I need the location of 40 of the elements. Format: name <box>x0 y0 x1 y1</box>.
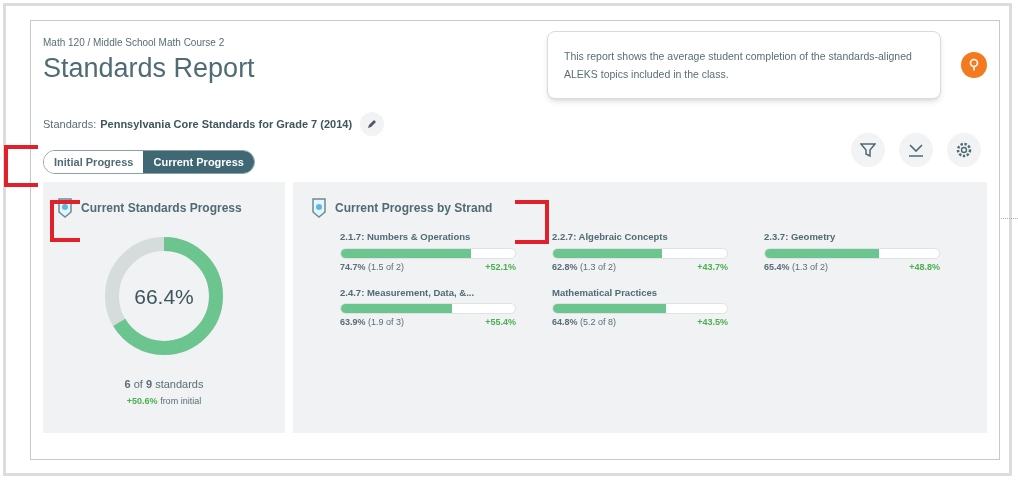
info-tooltip: This report shows the average student completion of the standards-aligned ALEKS topics included in the class. <box>547 31 941 99</box>
strand-change: +52.1% <box>485 260 516 274</box>
strand-name: 2.1.7: Numbers & Operations <box>340 230 472 245</box>
strand-name: 2.3.7: Geometry <box>764 230 837 245</box>
strand-name: Mathematical Practices <box>552 286 659 300</box>
filter-button[interactable] <box>851 133 885 167</box>
strand-name: 2.2.7: Algebraic Concepts <box>552 230 669 245</box>
change-from-initial: +50.6% from initial <box>126 394 202 408</box>
filter-icon <box>860 142 876 158</box>
strand-percent: 64.8% (5.2 of 8) <box>552 316 617 330</box>
annotation-bracket <box>4 145 38 187</box>
strand-percent: 63.9% (1.9 of 3) <box>340 316 405 330</box>
panel-title: Current Standards Progress <box>81 200 242 218</box>
settings-icon <box>955 141 973 159</box>
settings-button[interactable] <box>947 133 981 167</box>
download-button[interactable] <box>899 133 933 167</box>
edit-button[interactable] <box>360 111 385 136</box>
progress-tab[interactable]: Current Progress <box>143 150 254 174</box>
page-title: Standards Report <box>43 52 256 85</box>
donut-percent: 66.4% <box>133 283 195 310</box>
strand-percent: 74.7% (1.5 of 2) <box>340 260 405 274</box>
strand-percent: 62.8% (1.3 of 2) <box>552 260 617 274</box>
download-icon <box>908 143 924 157</box>
strand-change: +43.5% <box>697 316 728 330</box>
strand-change: +48.8% <box>909 260 940 274</box>
panel-title: Current Progress by Strand <box>335 200 493 218</box>
standards-label: Standards: <box>43 116 97 132</box>
strand-change: +55.4% <box>485 316 516 330</box>
standards-name: Pennsylvania Core Standards for Grade 7 (2014) <box>100 116 353 132</box>
pencil-icon <box>367 118 378 129</box>
annotation-bracket <box>515 200 549 244</box>
shield-icon <box>311 198 327 219</box>
annotation-bracket <box>50 200 80 242</box>
strand-change: +43.7% <box>697 260 728 274</box>
standards-count: 6 of 9 standards <box>124 377 204 393</box>
strand-name: 2.4.7: Measurement, Data, &... <box>340 286 476 300</box>
lightbulb-icon <box>969 58 979 72</box>
breadcrumb: Math 120 / Middle School Math Course 2 <box>43 36 226 50</box>
strand-percent: 65.4% (1.3 of 2) <box>764 260 829 274</box>
lightbulb-button[interactable] <box>961 52 987 78</box>
